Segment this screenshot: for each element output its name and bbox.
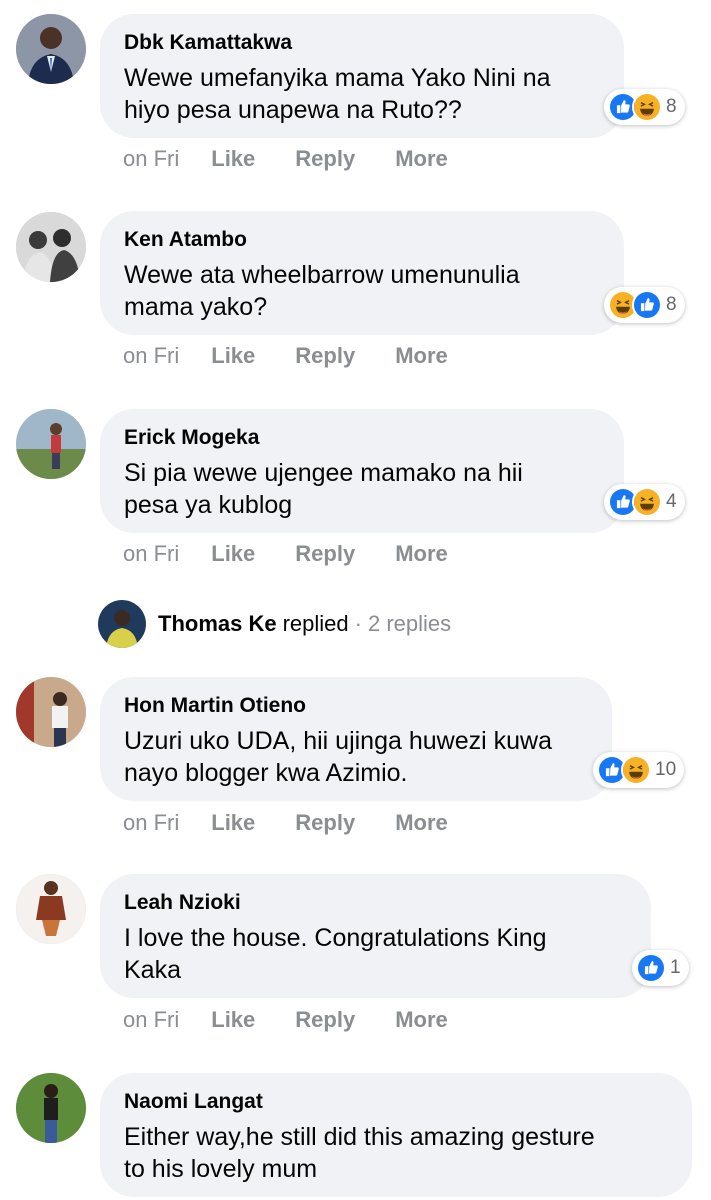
reply-button[interactable]: Reply [295, 541, 355, 567]
timestamp[interactable]: on Fri [123, 541, 179, 567]
comment-author[interactable]: Erick Mogeka [124, 425, 600, 451]
separator-dot: · [354, 611, 362, 636]
comment-author[interactable]: Hon Martin Otieno [124, 693, 588, 719]
replier-name[interactable]: Thomas Ke [158, 611, 277, 637]
reaction-summary[interactable]: 1 [632, 950, 689, 986]
timestamp[interactable]: on Fri [123, 810, 179, 836]
comment-bubble[interactable]: Hon Martin Otieno Uzuri uko UDA, hii uji… [100, 677, 612, 801]
comment-text: Si pia wewe ujengee mamako na hii pesa y… [124, 457, 600, 521]
comment-text: Wewe umefanyika mama Yako Nini na hiyo p… [124, 62, 600, 126]
like-button[interactable]: Like [211, 343, 255, 369]
comment-actions: on Fri Like Reply More [123, 343, 488, 369]
comment-text: Uzuri uko UDA, hii ujinga huwezi kuwa na… [124, 725, 588, 789]
more-button[interactable]: More [395, 810, 448, 836]
avatar[interactable] [16, 1073, 86, 1143]
reply-button[interactable]: Reply [295, 1007, 355, 1033]
more-button[interactable]: More [395, 343, 448, 369]
avatar[interactable] [16, 212, 86, 282]
more-button[interactable]: More [395, 146, 448, 172]
comment-text-line: I love the house. Congratulations King [124, 924, 547, 952]
comment-bubble[interactable]: Erick Mogeka Si pia wewe ujengee mamako … [100, 409, 624, 533]
more-button[interactable]: More [395, 541, 448, 567]
like-button[interactable]: Like [211, 146, 255, 172]
like-button[interactable]: Like [211, 1007, 255, 1033]
comment-bubble[interactable]: Dbk Kamattakwa Wewe umefanyika mama Yako… [100, 14, 624, 138]
comment-author[interactable]: Leah Nzioki [124, 890, 627, 916]
comment-text: Wewe ata wheelbarrow umenunulia mama yak… [124, 259, 600, 323]
reply-button[interactable]: Reply [295, 810, 355, 836]
reply-count[interactable]: 2 replies [368, 611, 451, 637]
comment-actions: on Fri Like Reply More [123, 1007, 488, 1033]
like-button[interactable]: Like [211, 541, 255, 567]
comment-text: Either way,he still did this amazing ges… [124, 1121, 668, 1185]
avatar[interactable] [16, 677, 86, 747]
more-button[interactable]: More [395, 1007, 448, 1033]
reaction-count: 8 [666, 96, 677, 117]
comment-text-line: nayo blogger kwa Azimio. [124, 759, 408, 787]
comment-text-line: Si pia wewe ujengee mamako na hii [124, 459, 523, 487]
comment-actions: on Fri Like Reply More [123, 810, 488, 836]
comment-text-line: hiyo pesa unapewa na Ruto?? [124, 96, 462, 124]
avatar[interactable] [16, 874, 86, 944]
comment-text-line: pesa ya kublog [124, 491, 293, 519]
comment-author[interactable]: Naomi Langat [124, 1089, 668, 1115]
comment-bubble[interactable]: Naomi Langat Either way,he still did thi… [100, 1073, 692, 1197]
reaction-summary[interactable]: 4 [604, 484, 685, 520]
reply-button[interactable]: Reply [295, 146, 355, 172]
comment-text-line: Either way,he still did this amazing ges… [124, 1123, 595, 1151]
comment-text-line: Uzuri uko UDA, hii ujinga huwezi kuwa [124, 727, 552, 755]
haha-icon [632, 92, 662, 122]
comment-author[interactable]: Dbk Kamattakwa [124, 30, 600, 56]
reaction-count: 1 [670, 957, 681, 978]
like-icon [636, 953, 666, 983]
avatar[interactable] [16, 409, 86, 479]
avatar[interactable] [16, 14, 86, 84]
reaction-count: 8 [666, 294, 677, 315]
like-button[interactable]: Like [211, 810, 255, 836]
reaction-count: 4 [666, 491, 677, 512]
view-replies-link[interactable]: Thomas Ke replied · 2 replies [98, 600, 451, 648]
comment-actions: on Fri Like Reply More [123, 146, 488, 172]
reaction-summary[interactable]: 8 [604, 287, 685, 323]
timestamp[interactable]: on Fri [123, 146, 179, 172]
comment-actions: on Fri Like Reply More [123, 541, 488, 567]
reaction-summary[interactable]: 8 [604, 89, 685, 125]
comment-bubble[interactable]: Ken Atambo Wewe ata wheelbarrow umenunul… [100, 211, 624, 335]
reaction-count: 10 [655, 759, 677, 780]
avatar [98, 600, 146, 648]
haha-icon [621, 755, 651, 785]
comment-text: I love the house. Congratulations King K… [124, 922, 627, 986]
comment-text-line: to his lovely mum [124, 1155, 318, 1183]
reaction-summary[interactable]: 10 [593, 752, 685, 788]
like-icon [632, 290, 662, 320]
comment-text-line: Wewe ata wheelbarrow umenunulia [124, 261, 520, 289]
comment-author[interactable]: Ken Atambo [124, 227, 600, 253]
comment-text-line: Kaka [124, 956, 181, 984]
timestamp[interactable]: on Fri [123, 1007, 179, 1033]
reply-button[interactable]: Reply [295, 343, 355, 369]
comment-text-line: Wewe umefanyika mama Yako Nini na [124, 64, 551, 92]
comment-bubble[interactable]: Leah Nzioki I love the house. Congratula… [100, 874, 651, 998]
timestamp[interactable]: on Fri [123, 343, 179, 369]
comment-text-line: mama yako? [124, 293, 268, 321]
replied-label: replied [282, 611, 349, 636]
haha-icon [632, 487, 662, 517]
